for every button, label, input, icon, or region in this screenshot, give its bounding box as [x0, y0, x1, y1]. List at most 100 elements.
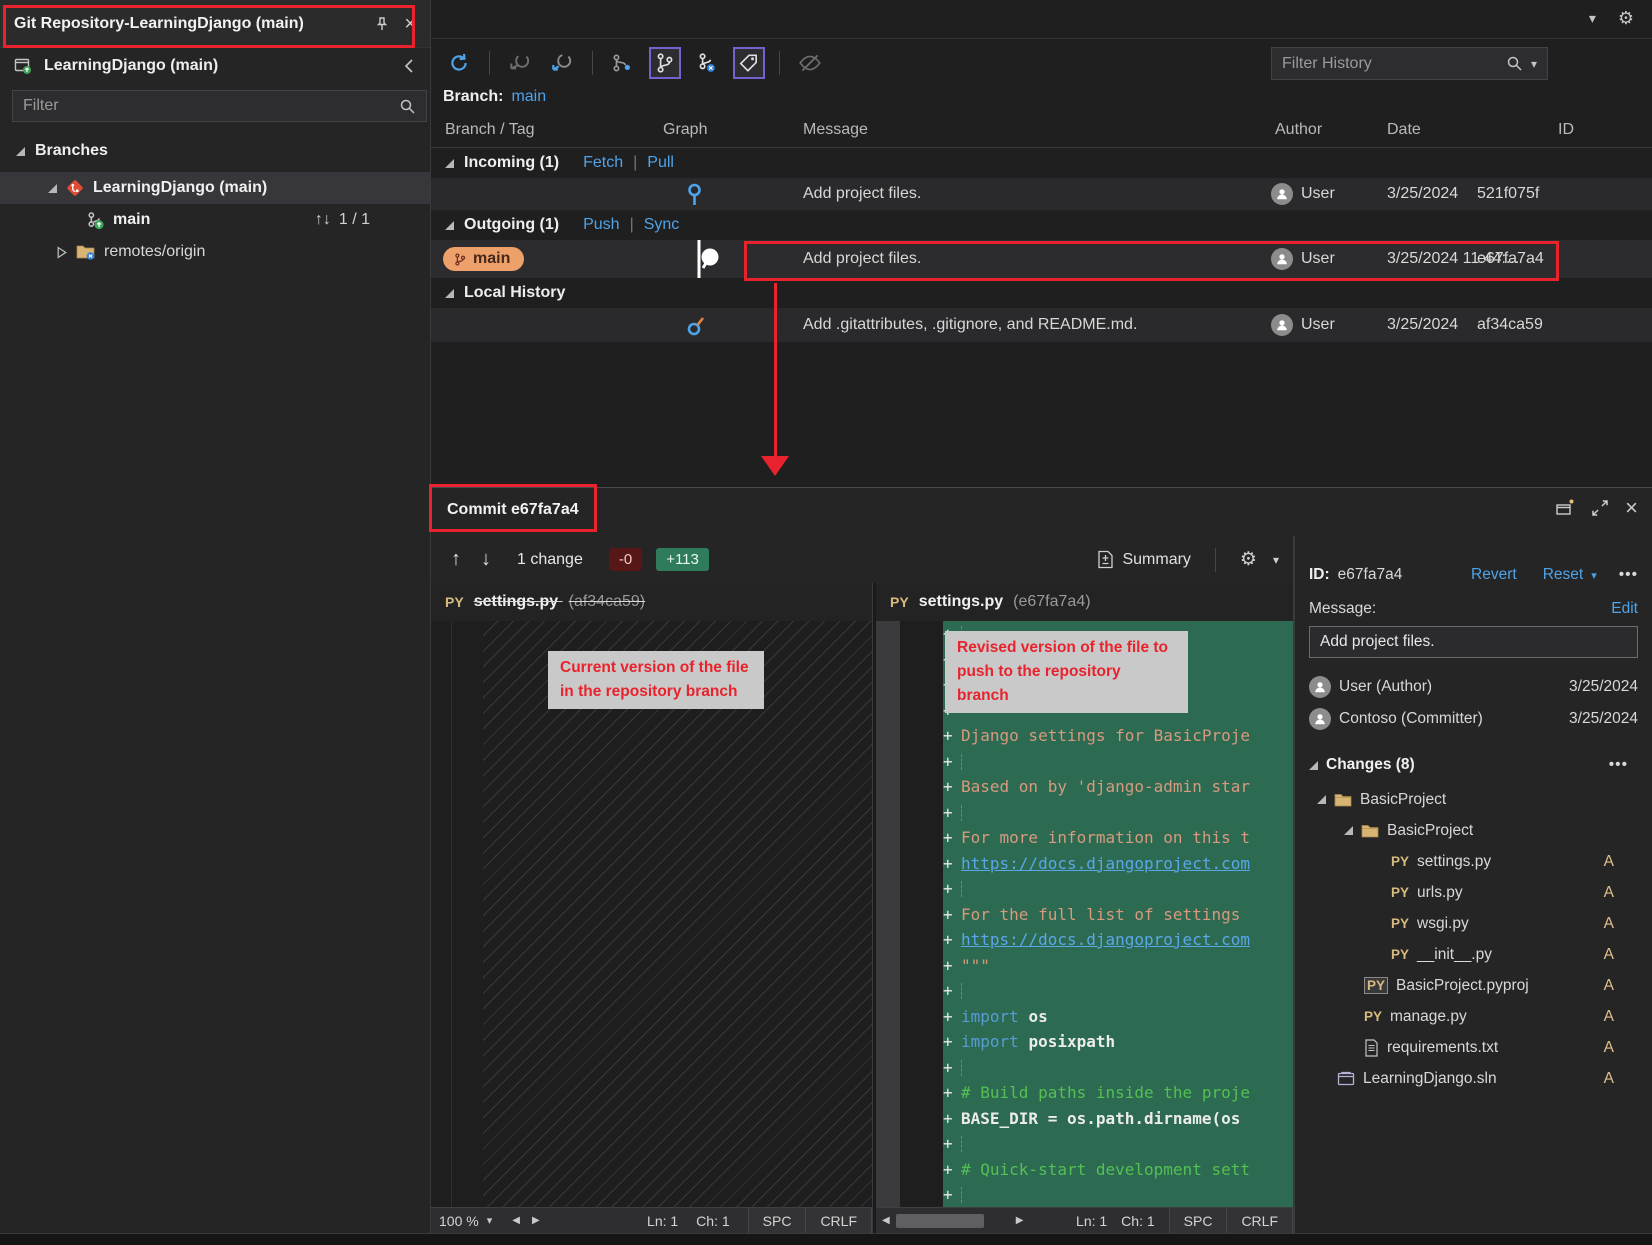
next-change-button[interactable]: ↓ — [481, 548, 491, 571]
scroll-left-icon[interactable]: ◀ — [506, 1215, 526, 1226]
changes-file-row[interactable]: PYurls.pyA — [1309, 877, 1638, 908]
column-author[interactable]: Author — [1275, 121, 1322, 139]
changes-file-row[interactable]: PYsettings.pyA — [1309, 846, 1638, 877]
pin-icon[interactable] — [374, 16, 390, 32]
fetch-link[interactable]: Fetch — [583, 154, 623, 172]
additions-badge: +113 — [656, 548, 709, 571]
commit-details-panel: Commit e67fa7a4 × ↑ ↓ 1 change -0 +113 S… — [431, 487, 1652, 1233]
branch-value-link[interactable]: main — [511, 88, 546, 106]
changes-file-row[interactable]: LearningDjango.slnA — [1309, 1063, 1638, 1094]
previous-change-button[interactable]: ↑ — [451, 548, 461, 571]
outgoing-commit-graph-icon — [693, 240, 721, 278]
changes-more-actions-icon[interactable]: ••• — [1609, 756, 1628, 774]
scroll-left-icon[interactable]: ◀ — [876, 1215, 896, 1226]
scroll-right-icon[interactable]: ▶ — [1010, 1215, 1030, 1226]
show-remote-branches-button[interactable] — [691, 47, 723, 79]
outgoing-section-header[interactable]: Outgoing (1) Push | Sync — [431, 210, 1652, 240]
show-tags-toggle[interactable] — [733, 47, 765, 79]
reset-caret-icon[interactable]: ▾ — [1591, 569, 1597, 582]
revert-link[interactable]: Revert — [1471, 566, 1517, 584]
summary-button[interactable]: Summary — [1097, 550, 1190, 569]
collapsed-triangle-icon[interactable] — [56, 246, 68, 259]
space-mode[interactable]: SPC — [1169, 1208, 1228, 1233]
column-date[interactable]: Date — [1387, 121, 1421, 139]
commit-message-field[interactable] — [1309, 626, 1638, 658]
horizontal-scrollbar-thumb[interactable] — [896, 1214, 984, 1228]
diff-settings-gear-icon[interactable]: ⚙ — [1240, 548, 1257, 571]
line-ending-mode[interactable]: CRLF — [806, 1208, 872, 1233]
column-branch-tag[interactable]: Branch / Tag — [445, 121, 535, 139]
changes-file-row[interactable]: PYBasicProject.pyprojA — [1309, 970, 1638, 1001]
changes-header[interactable]: Changes (8) — [1326, 756, 1415, 774]
pull-link[interactable]: Pull — [647, 154, 674, 172]
changes-item-label: manage.py — [1390, 1008, 1467, 1026]
push-link[interactable]: Push — [583, 216, 619, 234]
expanded-triangle-icon[interactable] — [48, 184, 57, 193]
file-status-added: A — [1604, 915, 1614, 933]
close-icon[interactable]: × — [404, 17, 416, 31]
changes-file-row[interactable]: PY__init__.pyA — [1309, 939, 1638, 970]
changes-folder-row[interactable]: BasicProject — [1309, 784, 1638, 815]
chevron-down-icon[interactable]: ▾ — [1589, 10, 1596, 27]
chevron-left-icon[interactable] — [402, 58, 416, 74]
local-history-section-header[interactable]: Local History — [431, 278, 1652, 308]
edit-message-link[interactable]: Edit — [1611, 600, 1638, 618]
reset-link[interactable]: Reset — [1543, 566, 1584, 584]
minimap-scrollbar[interactable] — [876, 621, 900, 1207]
local-commit-graph-icon — [686, 312, 708, 338]
sidebar-item-remotes-origin[interactable]: remotes/origin — [0, 236, 430, 268]
sidebar-item-repo-node[interactable]: LearningDjango (main) — [0, 172, 430, 204]
committer-date: 3/25/2024 — [1569, 710, 1638, 728]
hide-merge-commits-button[interactable] — [794, 47, 826, 79]
changes-file-row[interactable]: requirements.txtA — [1309, 1032, 1638, 1063]
diff-added-line: +Based on by 'django-admin star — [943, 774, 1293, 800]
expanded-triangle-icon[interactable] — [1344, 826, 1353, 835]
history-row-incoming-commit[interactable]: Add project files. User 3/25/2024 521f07… — [431, 178, 1652, 210]
sync-link[interactable]: Sync — [644, 216, 680, 234]
branch-filter-box[interactable]: Filter — [12, 90, 427, 122]
diff-settings-caret-icon[interactable]: ▾ — [1273, 553, 1279, 567]
expanded-triangle-icon[interactable] — [1309, 761, 1318, 770]
gear-icon[interactable]: ⚙ — [1618, 8, 1634, 29]
commit-id-value: e67fa7a4 — [1338, 566, 1403, 584]
pull-button[interactable] — [546, 47, 578, 79]
solution-file-icon — [1337, 1071, 1355, 1087]
filter-history-placeholder: Filter History — [1282, 55, 1506, 73]
fetch-button[interactable] — [504, 47, 536, 79]
commit-id: af34ca59 — [1477, 316, 1543, 334]
filter-history-box[interactable]: Filter History ▾ — [1271, 47, 1548, 80]
line-ending-mode[interactable]: CRLF — [1227, 1208, 1293, 1233]
column-id[interactable]: ID — [1558, 121, 1574, 139]
changes-file-row[interactable]: PYmanage.pyA — [1309, 1001, 1638, 1032]
sidebar-item-main-branch[interactable]: main ↑↓ 1 / 1 — [0, 204, 430, 236]
history-row-local-commit[interactable]: Add .gitattributes, .gitignore, and READ… — [431, 308, 1652, 342]
space-mode[interactable]: SPC — [748, 1208, 807, 1233]
expanded-triangle-icon — [445, 289, 454, 298]
float-window-icon[interactable] — [1555, 498, 1575, 518]
changes-file-row[interactable]: PYwsgi.pyA — [1309, 908, 1638, 939]
expanded-triangle-icon[interactable] — [1317, 795, 1326, 804]
changes-folder-row[interactable]: BasicProject — [1309, 815, 1638, 846]
maximize-icon[interactable] — [1591, 499, 1609, 517]
refresh-button[interactable] — [443, 47, 475, 79]
show-branch-graph-toggle[interactable] — [649, 47, 681, 79]
git-logo-icon — [65, 178, 85, 198]
search-dropdown-caret-icon[interactable]: ▾ — [1531, 57, 1537, 71]
zoom-level[interactable]: 100 % — [431, 1213, 487, 1229]
close-icon[interactable]: × — [1625, 500, 1638, 516]
zoom-caret-icon[interactable]: ▾ — [487, 1214, 493, 1227]
incoming-section-header[interactable]: Incoming (1) Fetch | Pull — [431, 148, 1652, 178]
changes-item-label: urls.py — [1417, 884, 1463, 902]
repository-selector[interactable]: LearningDjango (main) — [0, 48, 430, 84]
branches-section-header[interactable]: Branches — [0, 136, 430, 166]
history-row-outgoing-commit[interactable]: main Add project files. User 3/25/2024 1… — [431, 240, 1652, 278]
compare-branches-button[interactable] — [607, 47, 639, 79]
column-graph[interactable]: Graph — [663, 121, 707, 139]
file-status-added: A — [1604, 1008, 1614, 1026]
main-branch-badge[interactable]: main — [443, 247, 524, 271]
column-message[interactable]: Message — [803, 121, 868, 139]
toolbar-separator — [779, 51, 780, 75]
more-actions-icon[interactable]: ••• — [1619, 566, 1638, 584]
scroll-right-icon[interactable]: ▶ — [526, 1215, 546, 1226]
incoming-label: Incoming (1) — [464, 154, 559, 172]
